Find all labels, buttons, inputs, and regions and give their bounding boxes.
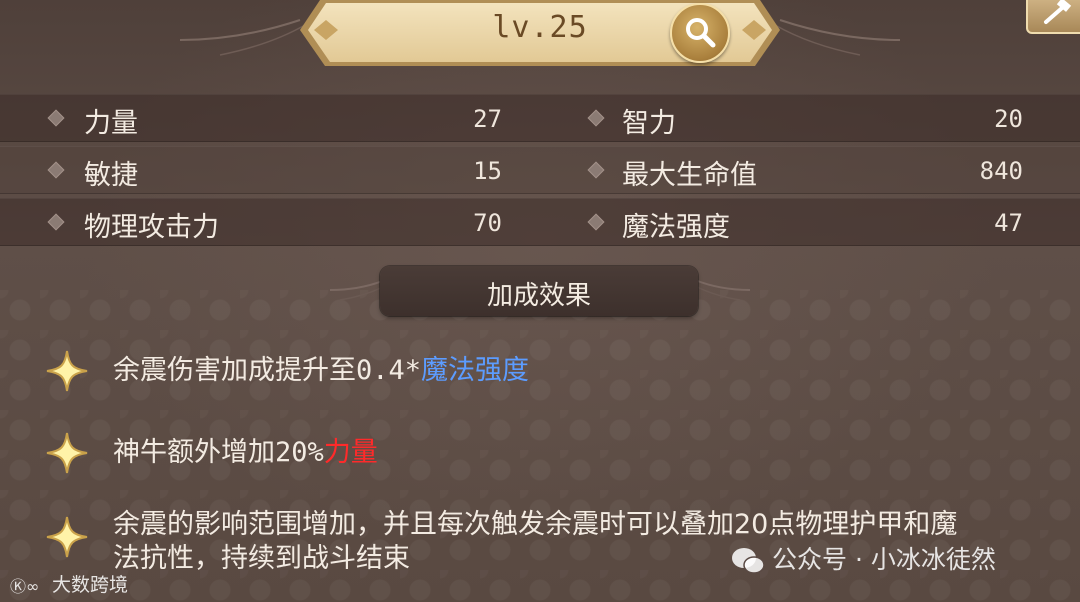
stat-physical-attack: 物理攻击力 70	[0, 199, 520, 245]
bonus-header: 加成效果	[380, 266, 698, 316]
stat-label: 物理攻击力	[84, 212, 219, 243]
stat-magic-power: 魔法强度 47	[540, 199, 1080, 245]
effect-text: 余震伤害加成提升至0.4*魔法强度	[113, 354, 529, 388]
bonus-title: 加成效果	[486, 281, 591, 311]
watermark-left: Ⓚ∞ 大数跨境	[10, 570, 128, 597]
stat-diamond-icon	[47, 213, 65, 231]
effect-number: 20%	[275, 437, 324, 468]
watermark-right-text: 公众号 · 小冰冰徒然	[772, 545, 996, 574]
stat-diamond-icon	[587, 161, 605, 179]
left-ornament	[180, 19, 306, 56]
wechat-icon	[732, 548, 765, 574]
svg-text:Ⓚ∞: Ⓚ∞	[10, 577, 39, 596]
effect-highlight-magic-power: 魔法强度	[421, 355, 530, 386]
star-icon	[46, 516, 88, 558]
watermark-logo-icon: Ⓚ∞	[10, 577, 39, 596]
right-ornament	[774, 19, 900, 56]
stat-value: 70	[473, 209, 502, 237]
stat-intelligence: 智力 20	[540, 95, 1080, 141]
search-button[interactable]	[670, 3, 730, 63]
level-banner: lv.25	[300, 0, 780, 68]
watermark-right: 公众号 · 小冰冰徒然	[730, 540, 996, 576]
stat-diamond-icon	[47, 161, 65, 179]
star-icon	[46, 350, 88, 392]
stat-label: 力量	[84, 108, 138, 139]
stat-label: 魔法强度	[622, 212, 730, 243]
stat-max-hp: 最大生命值 840	[540, 147, 1080, 193]
stat-strength: 力量 27	[0, 95, 520, 141]
effect-text-line2: 法抗性，持续到战斗结束	[113, 543, 410, 574]
stat-label: 最大生命值	[622, 160, 757, 191]
effect-text-line1: 余震的影响范围增加，并且每次触发余震时可以叠加20点物理护甲和魔	[113, 509, 958, 540]
hammer-icon	[1044, 0, 1072, 24]
stat-diamond-icon	[47, 109, 65, 127]
effect-text-before: 余震伤害加成提升至	[113, 355, 356, 386]
stat-label: 敏捷	[84, 160, 138, 191]
effect-text-before: 神牛额外增加	[113, 437, 275, 468]
stat-diamond-icon	[587, 109, 605, 127]
stat-value: 15	[473, 157, 502, 185]
stats-row-3: 物理攻击力 70 魔法强度 47	[0, 198, 1080, 246]
stat-value: 20	[994, 105, 1023, 133]
bonus-wing-right-ornament	[694, 279, 750, 301]
stat-label: 智力	[622, 108, 676, 139]
effect-highlight-strength: 力量	[323, 437, 378, 468]
hammer-button[interactable]	[1026, 0, 1080, 34]
stat-value: 27	[473, 105, 502, 133]
search-icon	[686, 18, 716, 48]
stat-diamond-icon	[587, 213, 605, 231]
effect-number: 0.4*	[356, 355, 422, 386]
star-icon	[46, 432, 88, 474]
effect-text: 神牛额外增加20%力量	[113, 436, 378, 470]
stat-value: 47	[994, 209, 1023, 237]
stat-value: 840	[979, 157, 1023, 185]
watermark-left-text: 大数跨境	[52, 574, 129, 596]
stats-row-1: 力量 27 智力 20	[0, 94, 1080, 142]
stats-row-2: 敏捷 15 最大生命值 840	[0, 146, 1080, 194]
stat-agility: 敏捷 15	[0, 147, 520, 193]
